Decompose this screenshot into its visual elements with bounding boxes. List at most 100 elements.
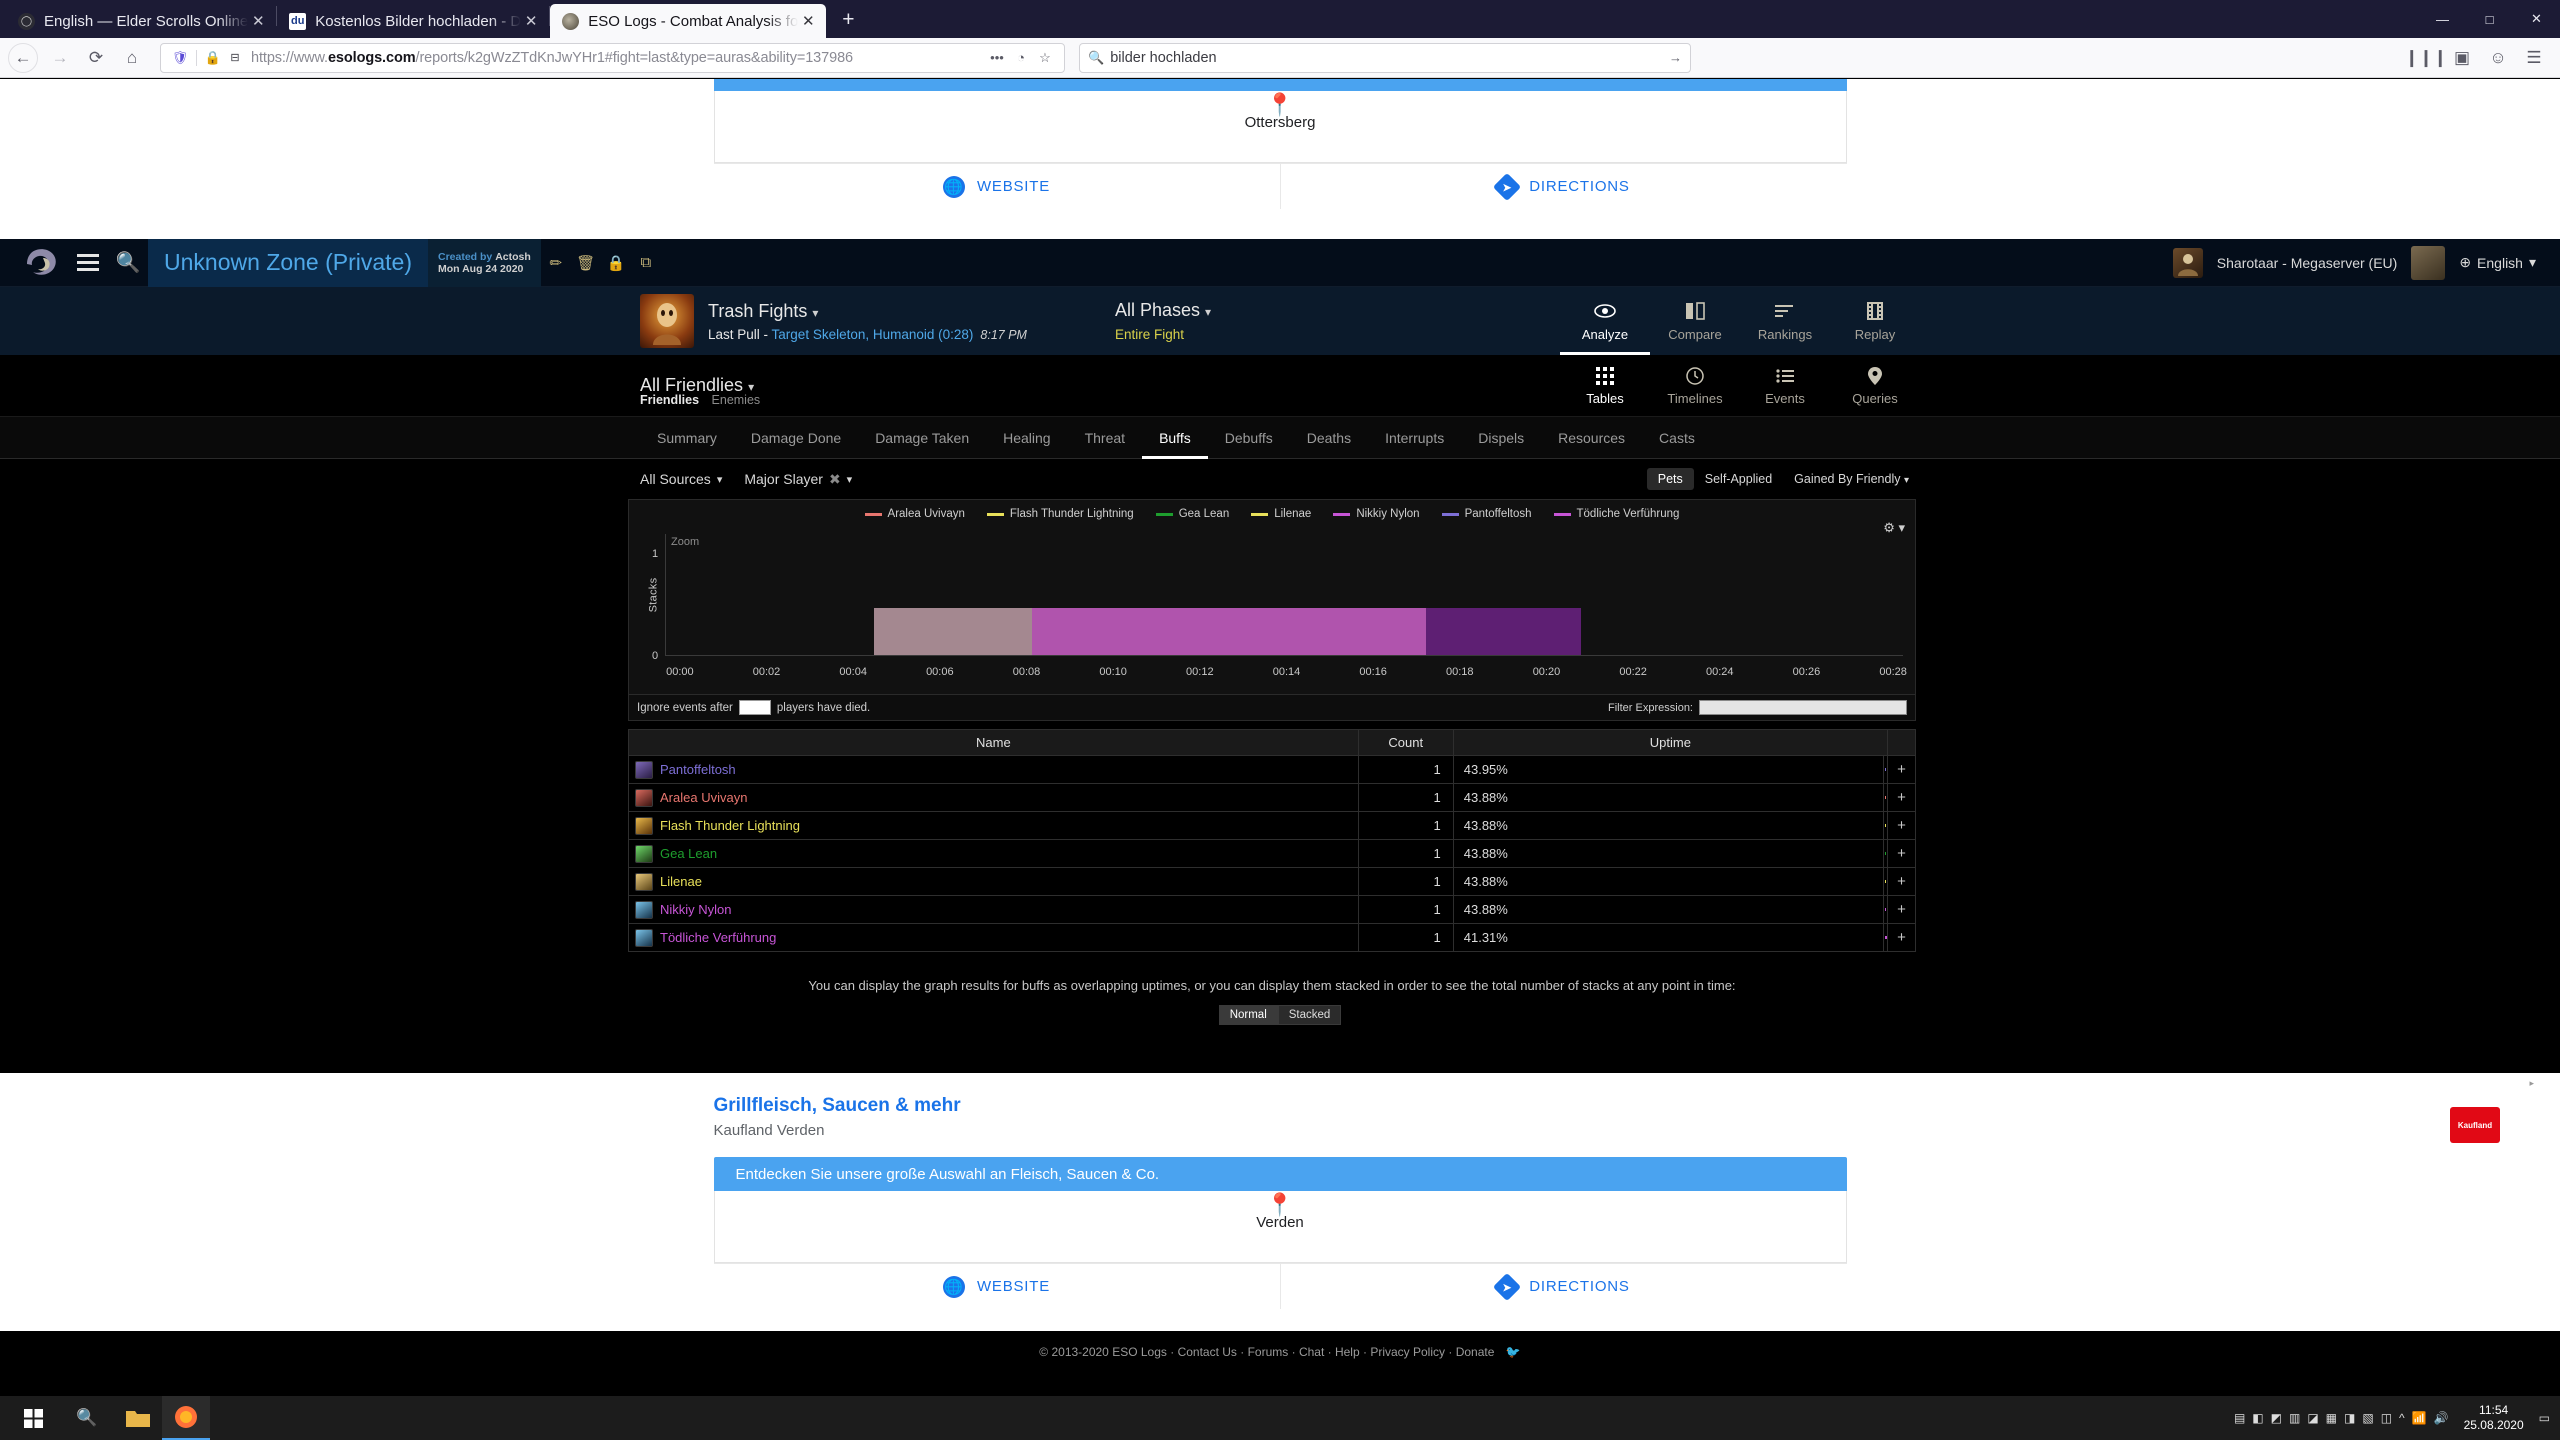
legend-item[interactable]: Gea Lean (1155, 508, 1229, 520)
more-icon[interactable]: ••• (986, 47, 1008, 69)
filter-self-applied[interactable]: Self-Applied (1694, 468, 1783, 490)
tab-healing[interactable]: Healing (986, 417, 1067, 459)
legend-item[interactable]: Aralea Uvivayn (864, 508, 965, 520)
filter-expression-input[interactable] (1699, 700, 1907, 715)
esologs-logo-icon[interactable] (16, 241, 68, 285)
tab-resources[interactable]: Resources (1541, 417, 1642, 459)
tray-icon[interactable]: ▦ (2326, 1411, 2337, 1425)
close-icon[interactable]: ✕ (798, 11, 818, 31)
player-name[interactable]: Tödliche Verführung (660, 930, 776, 945)
pencil-icon[interactable]: ✏ (541, 239, 571, 287)
search-bar[interactable]: 🔍 bilder hochladen → (1079, 42, 1691, 73)
sources-filter[interactable]: All Sources ▾ (640, 471, 722, 487)
tray-icon[interactable]: ◧ (2252, 1411, 2263, 1425)
library-icon[interactable]: ❙❙❙ (2405, 42, 2448, 74)
row-expand-button[interactable]: + (1887, 783, 1916, 812)
tab-damage-done[interactable]: Damage Done (734, 417, 858, 459)
copy-icon[interactable]: ⧉ (631, 239, 661, 287)
submit-arrow-icon[interactable]: → (1669, 50, 1682, 65)
tray-icon[interactable]: ◩ (2271, 1411, 2282, 1425)
column-name[interactable]: Name (628, 729, 1359, 756)
mode-stacked-button[interactable]: Stacked (1277, 1005, 1342, 1025)
tray-icon[interactable]: ◫ (2381, 1411, 2392, 1425)
tab-casts[interactable]: Casts (1642, 417, 1712, 459)
shield-icon[interactable]: 🛡 (169, 47, 191, 69)
chart-plot-area[interactable]: Stacks 1 0 (647, 534, 1903, 662)
ability-filter[interactable]: Major Slayer ✖ ▾ (744, 471, 852, 488)
legend-item[interactable]: Tödliche Verführung (1553, 508, 1679, 520)
tab-rankings[interactable]: Rankings (1740, 287, 1830, 355)
table-row[interactable]: Tödliche Verführung 1 41.31% + (628, 923, 1916, 952)
ad-top[interactable]: 📍 Ottersberg 🌐 WEBSITE ➤ DIRECTIONS (0, 79, 2560, 239)
search-icon[interactable]: 🔍 (108, 241, 148, 285)
row-expand-button[interactable]: + (1887, 895, 1916, 924)
zone-title-box[interactable]: Unknown Zone (Private) (148, 238, 428, 287)
back-icon[interactable]: ← (8, 42, 38, 73)
lock-icon[interactable]: 🔒 (202, 47, 224, 69)
url-bar[interactable]: 🛡 🔒 ⊟ https://www.esologs.com/reports/k2… (160, 42, 1065, 73)
player-name[interactable]: Nikkiy Nylon (660, 902, 732, 917)
footer-link-help[interactable]: Help (1335, 1345, 1360, 1359)
maximize-icon[interactable]: □ (2466, 0, 2513, 38)
tab-interrupts[interactable]: Interrupts (1368, 417, 1461, 459)
close-icon[interactable]: ✕ (521, 11, 541, 31)
table-row[interactable]: Flash Thunder Lightning 1 43.88% + (628, 811, 1916, 840)
browser-tab-1[interactable]: du Kostenlos Bilder hochladen - D ✕ (277, 4, 549, 38)
table-row[interactable]: Lilenae 1 43.88% + (628, 867, 1916, 896)
twitter-icon[interactable]: 🐦 (1506, 1345, 1521, 1359)
tray-icon[interactable]: ▧ (2362, 1411, 2373, 1425)
taskbar-clock[interactable]: 11:54 25.08.2020 (2456, 1403, 2532, 1433)
browser-tab-2[interactable]: ESO Logs - Combat Analysis fo ✕ (550, 4, 827, 38)
tab-timelines[interactable]: Timelines (1650, 355, 1740, 417)
search-input[interactable]: bilder hochladen (1104, 50, 1669, 66)
fight-selector[interactable]: Trash Fights ▾ (708, 301, 1027, 322)
account-name[interactable]: Sharotaar - Megaserver (EU) (2217, 255, 2398, 271)
tab-buffs[interactable]: Buffs (1142, 417, 1208, 459)
ad-bottom-directions-button[interactable]: ➤ DIRECTIONS (1281, 1264, 1847, 1309)
tab-queries[interactable]: Queries (1830, 355, 1920, 417)
footer-link-privacy[interactable]: Privacy Policy (1370, 1345, 1445, 1359)
home-icon[interactable]: ⌂ (114, 42, 150, 74)
row-expand-button[interactable]: + (1887, 839, 1916, 868)
ignore-count-input[interactable] (738, 700, 771, 715)
table-row[interactable]: Pantoffeltosh 1 43.95% + (628, 755, 1916, 784)
pull-target[interactable]: Target Skeleton, Humanoid (0:28) (772, 327, 974, 342)
table-row[interactable]: Nikkiy Nylon 1 43.88% + (628, 895, 1916, 924)
search-icon[interactable]: 🔍 (60, 1396, 114, 1440)
reload-icon[interactable]: ⟳ (78, 42, 114, 74)
ad-bottom-banner[interactable]: Entdecken Sie unsere große Auswahl an Fl… (713, 1157, 1847, 1191)
column-count[interactable]: Count (1357, 729, 1454, 756)
taskbar-app-firefox[interactable] (162, 1396, 210, 1440)
player-name[interactable]: Flash Thunder Lightning (660, 818, 800, 833)
start-button[interactable] (6, 1396, 60, 1440)
volume-icon[interactable]: 🔊 (2434, 1411, 2449, 1425)
tab-threat[interactable]: Threat (1068, 417, 1142, 459)
permissions-icon[interactable]: ⊟ (224, 47, 246, 69)
ad-top-website-button[interactable]: 🌐 WEBSITE (714, 164, 1281, 209)
legend-item[interactable]: Lilenae (1251, 508, 1311, 520)
browser-tab-0[interactable]: ◯ English — Elder Scrolls Online ✕ (6, 4, 276, 38)
tray-icon[interactable]: ▥ (2289, 1411, 2300, 1425)
menu-hamburger-icon[interactable] (68, 241, 108, 285)
row-expand-button[interactable]: + (1887, 867, 1916, 896)
network-icon[interactable]: 📶 (2412, 1411, 2427, 1425)
taskbar-app-explorer[interactable] (114, 1396, 162, 1440)
bookmark-star-icon[interactable]: ☆ (1034, 47, 1056, 69)
tab-dispels[interactable]: Dispels (1461, 417, 1541, 459)
notifications-icon[interactable]: ▭ (2539, 1411, 2550, 1425)
player-name[interactable]: Gea Lean (660, 846, 717, 861)
pocket-icon[interactable]: ◔ (1010, 47, 1032, 69)
legend-item[interactable]: Flash Thunder Lightning (986, 508, 1134, 520)
language-selector[interactable]: ⊕ English ▾ (2459, 254, 2536, 271)
ad-bottom[interactable]: Grillfleisch, Saucen & mehr Kaufland Ver… (0, 1073, 2560, 1331)
sidebar-icon[interactable]: ▣ (2444, 42, 2480, 74)
tray-icon[interactable]: ▤ (2234, 1411, 2245, 1425)
tab-compare[interactable]: Compare (1650, 287, 1740, 355)
close-icon[interactable]: ✕ (248, 11, 268, 31)
phase-selector[interactable]: All Phases ▾ (1115, 300, 1211, 321)
toggle-friendlies[interactable]: Friendlies (640, 393, 699, 407)
buff-uptime-chart[interactable]: Aralea Uvivayn Flash Thunder Lightning G… (628, 499, 1916, 695)
new-tab-button[interactable]: + (832, 4, 864, 36)
filter-pets[interactable]: Pets (1646, 468, 1694, 490)
toggle-enemies[interactable]: Enemies (712, 393, 761, 407)
